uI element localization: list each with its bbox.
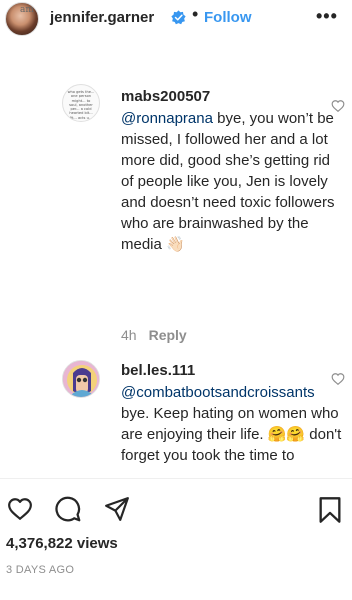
action-bar [0,478,352,538]
like-heart-icon[interactable] [6,496,34,522]
bookmark-icon[interactable] [318,496,342,524]
comment-meta: 4h Reply [121,327,187,343]
comment-mention[interactable]: @combatbootsandcroissants [121,384,315,401]
avatar-text-image: who gets the... one person might... to s… [67,90,95,120]
comment-body: bye. Keep hating on women who are enjoyi… [121,405,342,464]
post-timestamp: 3 DAYS AGO [6,564,75,576]
like-comment-heart-icon[interactable] [331,372,345,386]
comment-mention[interactable]: @ronnaprana [121,110,213,127]
comment-username[interactable]: mabs200507 [121,88,210,105]
avatar[interactable] [62,360,100,398]
comments-list: who gets the... one person might... to s… [0,0,352,478]
divider [0,478,352,479]
avatar[interactable]: who gets the... one person might... to s… [62,84,100,122]
views-count[interactable]: 4,376,822 views [6,535,118,552]
wave-emoji: 👋🏻 [166,236,185,253]
comment-bubble-icon[interactable] [54,496,82,523]
comment-username[interactable]: bel.les.111 [121,362,195,379]
comment-body: bye, you won’t be missed, I followed her… [121,110,335,253]
avatar-illustration-icon [63,361,99,397]
comment-text: @combatbootsandcroissants bye. Keep hati… [121,382,343,466]
like-comment-heart-icon[interactable] [331,99,345,113]
reply-button[interactable]: Reply [149,327,187,343]
comment-time: 4h [121,327,137,343]
share-paper-plane-icon[interactable] [104,496,130,522]
comment-text: @ronnaprana bye, you won’t be missed, I … [121,108,343,255]
